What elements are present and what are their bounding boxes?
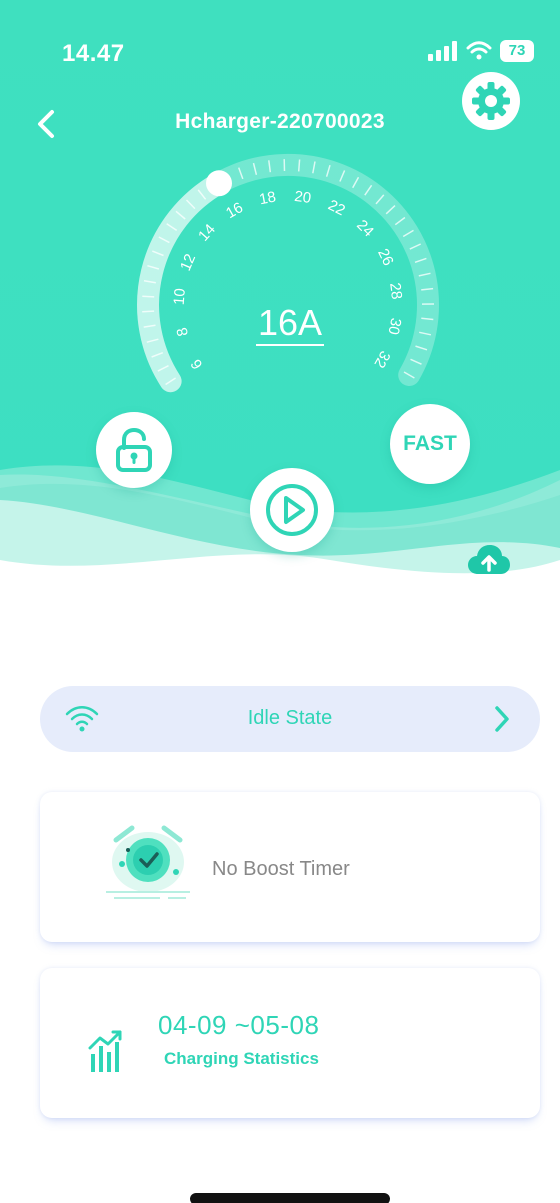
dial-tick-label: 8 — [174, 326, 193, 338]
dial-tick-label: 6 — [188, 356, 207, 372]
current-value: 16A — [257, 302, 323, 343]
dial-tick-label: 30 — [384, 316, 404, 336]
charger-screen: 14.47 73 Hcharger-220700023 6 8 10 12 14… — [0, 0, 560, 1203]
home-indicator — [190, 1193, 390, 1203]
dial-tick — [297, 159, 301, 172]
statistics-label: Charging Statistics — [164, 1049, 319, 1068]
boost-timer-label: No Boost Timer — [212, 858, 350, 880]
boost-timer-card[interactable]: No Boost Timer — [40, 792, 540, 942]
state-label: Idle State — [247, 707, 333, 729]
alarm-clock-icon — [106, 825, 190, 899]
statistics-date-range: 04-09 ~05-08 — [158, 1010, 320, 1040]
dial-tick-label: 14 — [195, 221, 219, 245]
state-bar[interactable]: Idle State — [40, 686, 540, 752]
current-value-underline — [256, 344, 324, 346]
dial-knob — [206, 170, 232, 197]
dial-tick-label: 26 — [374, 246, 397, 268]
dial-tick — [142, 295, 155, 298]
dial-tick-label: 32 — [370, 348, 393, 371]
chevron-right-icon — [495, 706, 509, 732]
unlock-icon — [116, 428, 152, 472]
upload-cloud-icon — [468, 545, 510, 574]
dial-tick-label: 12 — [177, 251, 199, 273]
dial-tick-label: 16 — [223, 199, 246, 222]
play-icon — [266, 484, 318, 536]
play-button[interactable] — [250, 468, 334, 552]
dial-tick-label: 28 — [386, 282, 405, 301]
dial-tick-label: 18 — [258, 188, 278, 208]
dial-active-track — [137, 172, 230, 393]
charging-statistics-card[interactable]: 04-09 ~05-08 Charging Statistics — [40, 968, 540, 1118]
unlock-button[interactable] — [96, 412, 172, 488]
bar-chart-icon — [88, 1030, 122, 1072]
dial-tick-label: 10 — [171, 288, 189, 306]
fast-button[interactable]: FAST — [390, 404, 470, 484]
dial-tick-label: 24 — [353, 217, 377, 241]
dial-tick-label: 22 — [325, 197, 348, 220]
dial-tick-label: 20 — [293, 188, 312, 207]
upload-button[interactable] — [466, 542, 512, 578]
dial-tick — [142, 310, 155, 313]
